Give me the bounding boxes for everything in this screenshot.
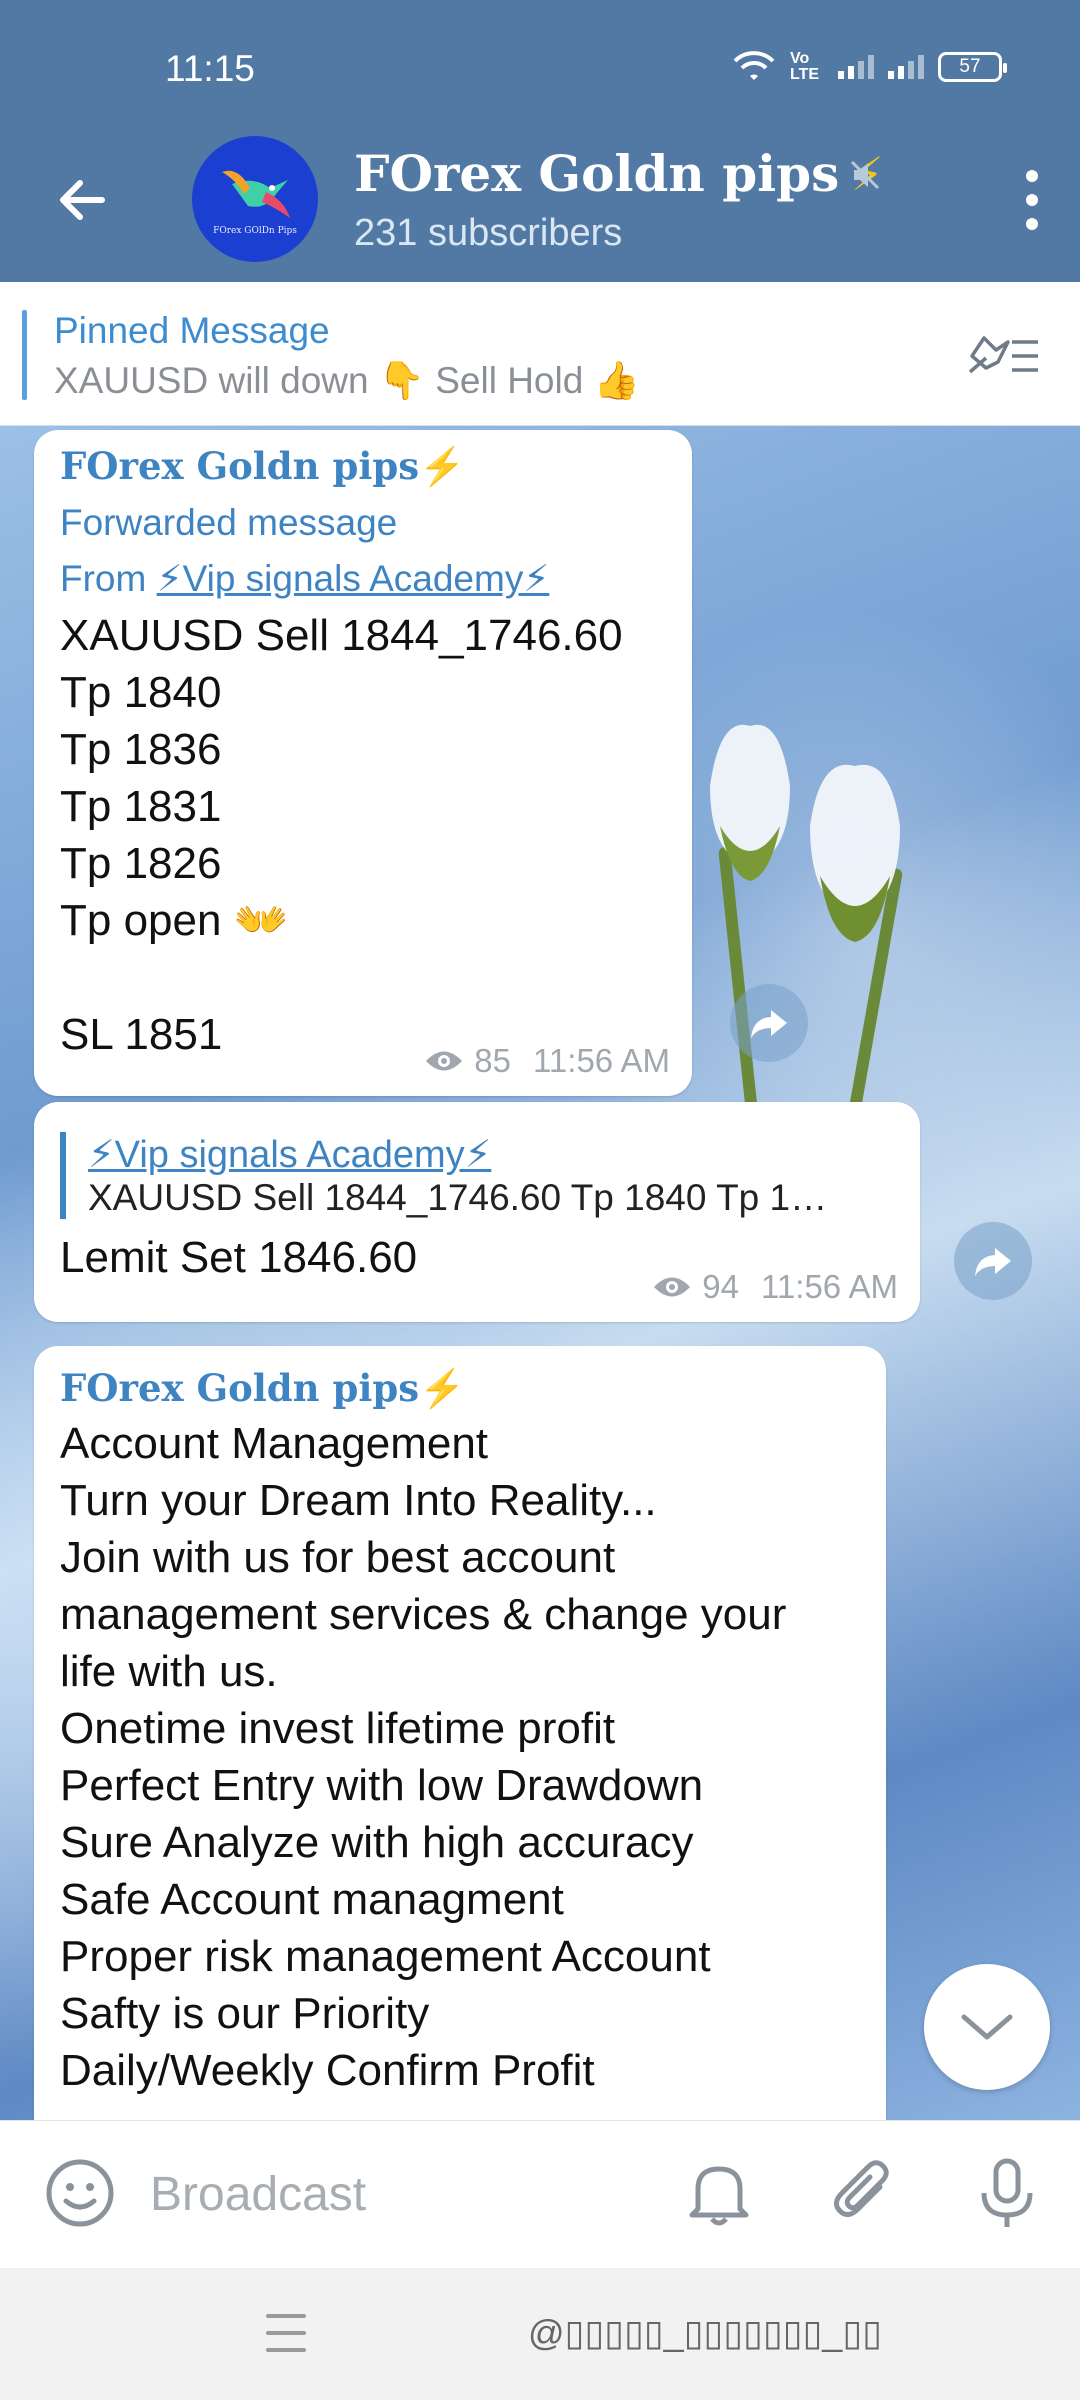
reply-preview[interactable]: ⚡Vip signals Academy⚡ XAUUSD Sell 1844_1…: [60, 1132, 894, 1219]
message-line: Sure Analyze with high accuracy: [60, 1818, 694, 1867]
status-time: 11:15: [165, 48, 255, 89]
message-line: Turn your Dream Into Reality...: [60, 1476, 657, 1525]
message-line: Join with us for best account: [60, 1533, 616, 1582]
message-text: XAUUSD Sell 1844_1746.60 Tp 1840 Tp 1836…: [60, 607, 666, 1063]
message-line: Account Management: [60, 1419, 489, 1468]
share-arrow-icon: [975, 1248, 1011, 1276]
message-line: Tp 1831: [60, 782, 222, 831]
channel-avatar[interactable]: FOrex GOlDn Pips: [192, 136, 318, 262]
channel-title[interactable]: FOrex Goldn pips ⚡: [354, 144, 884, 203]
message-meta: 85 11:56 AM: [424, 1042, 670, 1080]
share-button[interactable]: [730, 984, 808, 1062]
status-bar: 11:15 Vo LTE 57: [0, 0, 1080, 120]
message-line: Tp 1836: [60, 725, 222, 774]
reply-text: XAUUSD Sell 1844_1746.60 Tp 1840 Tp 1…: [88, 1177, 828, 1218]
share-arrow-icon: [751, 1010, 787, 1038]
message-line: Tp 1826: [60, 839, 222, 888]
message-input-bar: Broadcast: [0, 2120, 1080, 2268]
watermark-text: @▯▯▯▯▯_▯▯▯▯▯▯▯_▯▯: [528, 2312, 882, 2353]
views-icon: [426, 1051, 463, 1071]
message-meta: 94 11:56 AM: [652, 1268, 898, 1306]
microphone-icon[interactable]: [972, 2157, 1042, 2233]
signal-icon: [838, 55, 874, 79]
subscriber-count: 231 subscribers: [354, 212, 623, 254]
pinned-list-icon[interactable]: [966, 328, 1042, 378]
chevron-down-icon: [961, 2014, 1013, 2040]
forwarded-from: From ⚡Vip signals Academy⚡: [60, 551, 666, 607]
message-bubble[interactable]: ⚡Vip signals Academy⚡ XAUUSD Sell 1844_1…: [34, 1102, 920, 1322]
more-options-icon[interactable]: [1022, 170, 1042, 230]
pinned-message-bar[interactable]: Pinned Message XAUUSD will down 👇 Sell H…: [0, 282, 1080, 426]
message-line: [60, 949, 666, 1006]
reply-author: ⚡Vip signals Academy⚡: [88, 1134, 492, 1176]
message-time: 11:56 AM: [533, 1042, 670, 1079]
battery-icon: 57: [938, 52, 1007, 82]
view-count: 85: [474, 1042, 512, 1079]
attach-icon[interactable]: [828, 2157, 898, 2229]
channel-name: FOrex Goldn pips: [354, 144, 840, 203]
message-line: XAUUSD Sell 1844_1746.60: [60, 611, 623, 660]
message-line: life with us.: [60, 1647, 278, 1696]
bell-icon[interactable]: [684, 2157, 754, 2229]
message-line: management services & change your: [60, 1590, 787, 1639]
message-line: Safe Account managment: [60, 1875, 564, 1924]
message-line: Tp open 👐: [60, 896, 289, 945]
chat-header: FOrex GOlDn Pips FOrex Goldn pips ⚡ 231 …: [0, 120, 1080, 282]
hummingbird-logo-icon: [222, 170, 290, 218]
message-line: Daily/Weekly Confirm Profit: [60, 2046, 595, 2095]
message-time: 11:56 AM: [761, 1268, 898, 1305]
message-line: Perfect Entry with low Drawdown: [60, 1761, 704, 1810]
forwarded-from-prefix: From: [60, 558, 157, 599]
muted-icon: [850, 160, 880, 190]
wifi-icon: [733, 51, 775, 80]
scroll-to-bottom-button[interactable]: [924, 1964, 1050, 2090]
chat-area[interactable]: FOrex Goldn pips⚡ Forwarded message From…: [0, 426, 1080, 2120]
message-line: Onetime invest lifetime profit: [60, 1704, 616, 1753]
view-count: 94: [702, 1268, 740, 1305]
system-navigation-bar: @▯▯▯▯▯_▯▯▯▯▯▯▯_▯▯: [0, 2268, 1080, 2400]
message-bubble[interactable]: FOrex Goldn pips⚡ Account Management Tur…: [34, 1346, 886, 2120]
volte-indicator: Vo LTE: [790, 50, 820, 83]
recent-apps-icon[interactable]: [266, 2314, 306, 2352]
message-text: Account Management Turn your Dream Into …: [60, 1415, 860, 2099]
avatar-caption: FOrex GOlDn Pips: [213, 226, 297, 236]
message-sender[interactable]: FOrex Goldn pips⚡: [60, 444, 666, 489]
emoji-icon[interactable]: [44, 2157, 116, 2229]
back-arrow-icon[interactable]: [52, 170, 112, 230]
flower-image: [810, 764, 900, 942]
pinned-text: XAUUSD will down 👇 Sell Hold 👍: [54, 360, 640, 401]
broadcast-input[interactable]: Broadcast: [150, 2167, 366, 2222]
forwarded-source-link[interactable]: ⚡Vip signals Academy⚡: [157, 558, 550, 599]
message-bubble[interactable]: FOrex Goldn pips⚡ Forwarded message From…: [34, 430, 692, 1096]
signal-icon-2: [888, 55, 924, 79]
status-icons: Vo LTE 57: [732, 50, 1007, 84]
pinned-indicator: [22, 310, 27, 400]
share-button[interactable]: [954, 1222, 1032, 1300]
pinned-title: Pinned Message: [54, 310, 330, 351]
views-icon: [654, 1277, 691, 1297]
message-sender[interactable]: FOrex Goldn pips⚡: [60, 1366, 860, 1411]
message-line: Safty is our Priority: [60, 1989, 430, 2038]
message-line: Tp 1840: [60, 668, 222, 717]
message-line: Proper risk management Account: [60, 1932, 711, 1981]
forwarded-label: Forwarded message: [60, 502, 398, 543]
